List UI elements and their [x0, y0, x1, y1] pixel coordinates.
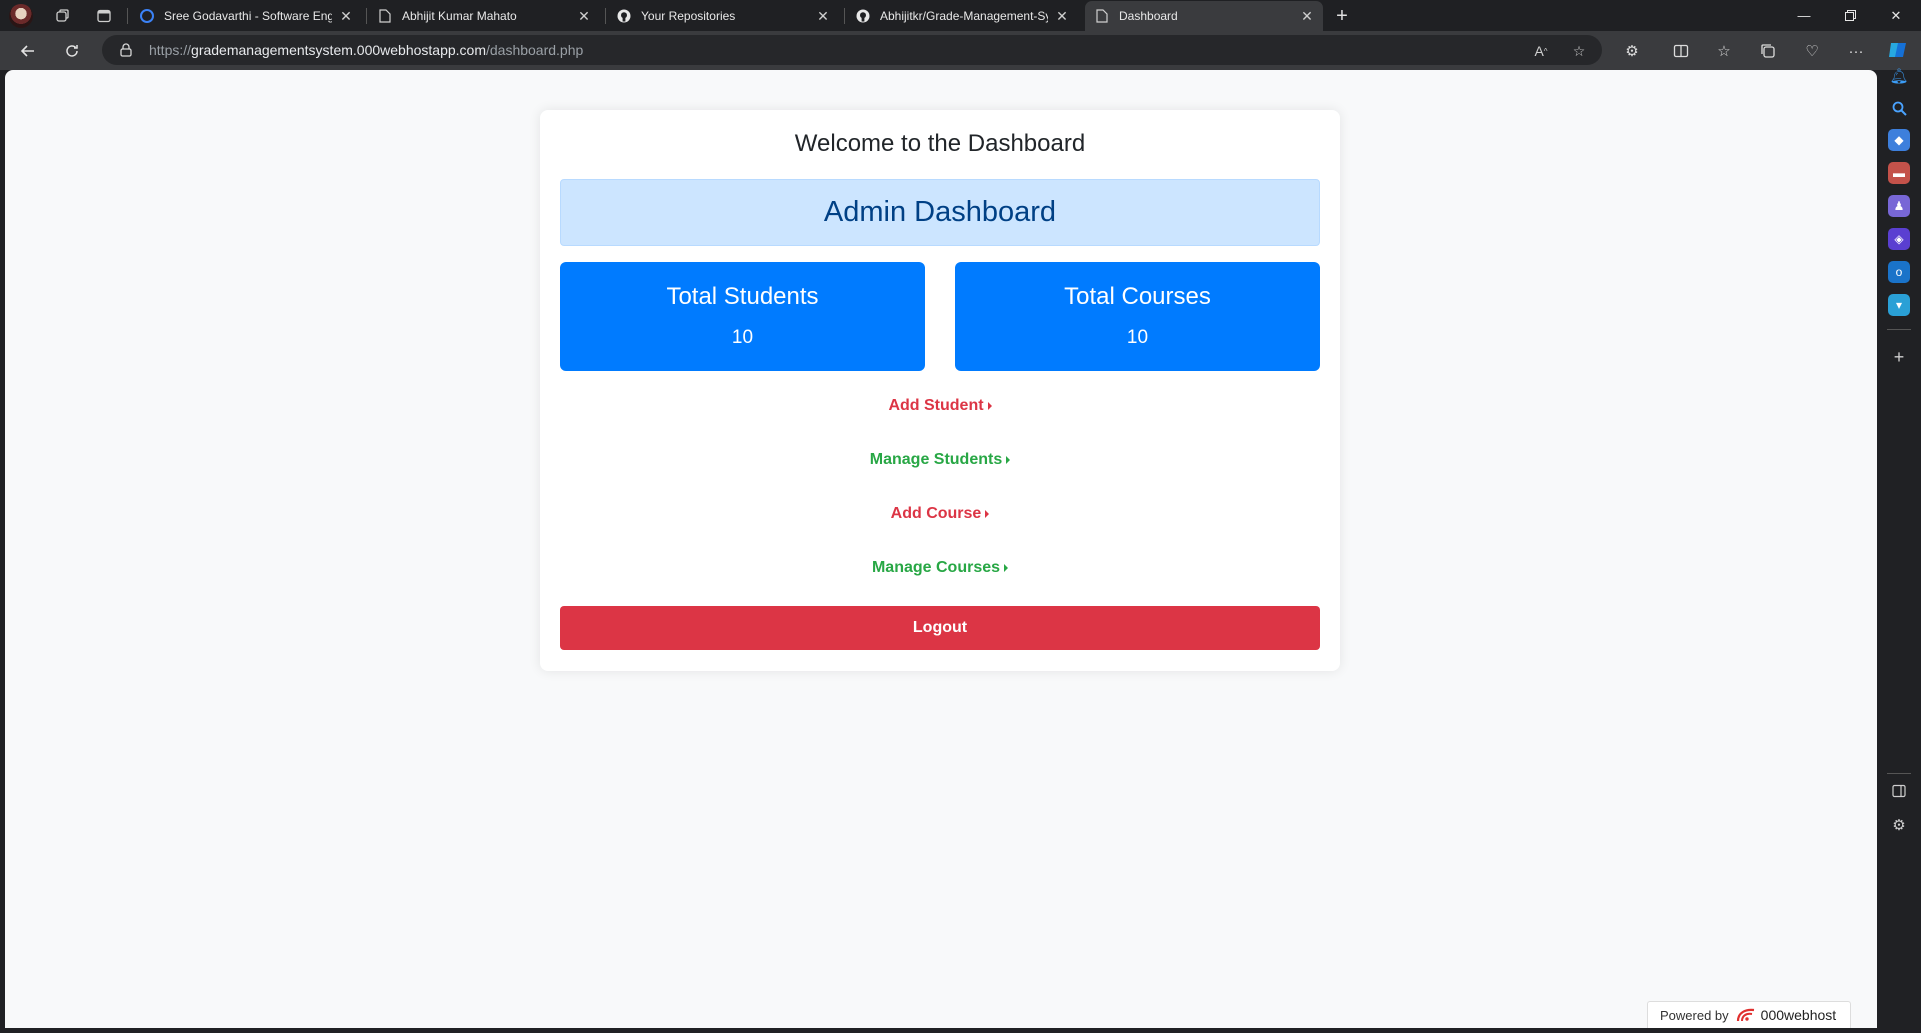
- tab-separator: [127, 8, 128, 24]
- page-viewport: Welcome to the Dashboard Admin Dashboard…: [5, 70, 1877, 1028]
- manage-courses-row: Manage Courses: [540, 559, 1340, 577]
- more-options-icon[interactable]: ···: [1845, 40, 1867, 62]
- manage-courses-label: Manage Courses: [871, 559, 1001, 576]
- back-icon[interactable]: [16, 39, 40, 63]
- close-tab-icon[interactable]: ✕: [815, 8, 831, 24]
- browser-toolbar: https://grademanagementsystem.000webhost…: [0, 31, 1921, 70]
- address-bar[interactable]: https://grademanagementsystem.000webhost…: [102, 35, 1602, 65]
- drop-icon[interactable]: ▾: [1888, 294, 1910, 316]
- edge-profile-icon: [140, 9, 154, 23]
- tab-separator: [844, 8, 845, 24]
- vertical-tabs-icon[interactable]: [92, 4, 116, 28]
- caret-right-icon: [1006, 456, 1011, 464]
- manage-students-row: Manage Students: [540, 451, 1340, 469]
- add-sidebar-app-icon[interactable]: +: [1888, 346, 1910, 368]
- close-tab-icon[interactable]: ✕: [338, 8, 354, 24]
- close-window-icon[interactable]: ✕: [1873, 0, 1919, 31]
- tab-title: Dashboard: [1119, 9, 1178, 23]
- manage-students-link[interactable]: Manage Students: [869, 451, 1011, 469]
- split-screen-icon[interactable]: [1670, 40, 1692, 62]
- add-course-link[interactable]: Add Course: [891, 505, 990, 523]
- url-text: https://grademanagementsystem.000webhost…: [149, 42, 583, 58]
- url-host: grademanagementsystem.000webhostapp.com: [191, 42, 486, 58]
- brand-name: 000webhost: [1760, 1007, 1837, 1023]
- outlook-icon[interactable]: o: [1888, 261, 1910, 283]
- hide-sidebar-icon[interactable]: [1888, 780, 1910, 802]
- tab-separator: [366, 8, 367, 24]
- caret-right-icon: [985, 510, 990, 518]
- tab-strip: Sree Godavarthi - Software Engi ✕ Abhiji…: [0, 0, 1921, 31]
- favorite-star-icon[interactable]: ☆: [1570, 42, 1588, 60]
- close-tab-icon[interactable]: ✕: [576, 8, 592, 24]
- github-icon: [856, 9, 870, 23]
- close-tab-icon[interactable]: ✕: [1054, 8, 1070, 24]
- shopping-tag-icon[interactable]: ◆: [1888, 129, 1910, 151]
- notifications-icon[interactable]: 🔔︎: [1888, 65, 1910, 87]
- manage-students-label: Manage Students: [869, 451, 1003, 468]
- close-tab-icon[interactable]: ✕: [1299, 8, 1315, 24]
- total-students-value: 10: [731, 327, 754, 348]
- read-aloud-icon[interactable]: A ^: [1532, 42, 1550, 60]
- total-courses-label: Total Courses: [1064, 283, 1211, 310]
- page-icon: [1095, 9, 1109, 23]
- add-student-link[interactable]: Add Student: [888, 397, 992, 415]
- minimize-icon[interactable]: —: [1781, 0, 1827, 31]
- 000webhost-logo-icon: [1736, 1008, 1754, 1022]
- games-icon[interactable]: ♟: [1888, 195, 1910, 217]
- profile-avatar[interactable]: [9, 4, 33, 28]
- total-students-card: Total Students 10: [560, 262, 925, 371]
- url-path: /dashboard.php: [485, 42, 584, 58]
- page-icon: [378, 9, 392, 23]
- tab-dashboard[interactable]: Dashboard ✕: [1085, 1, 1323, 31]
- tab-separator: [605, 8, 606, 24]
- settings-gear-icon[interactable]: ⚙: [1888, 814, 1910, 836]
- manage-courses-link[interactable]: Manage Courses: [871, 559, 1009, 577]
- total-courses-card: Total Courses 10: [955, 262, 1320, 371]
- admin-dashboard-banner: Admin Dashboard: [560, 179, 1320, 246]
- caret-right-icon: [987, 402, 992, 410]
- tab-title: Abhijitkr/Grade-Management-Sy: [880, 9, 1048, 23]
- copilot-icon[interactable]: [1886, 38, 1910, 62]
- tab-title: Sree Godavarthi - Software Engi: [164, 9, 332, 23]
- url-scheme: https://: [149, 42, 192, 58]
- github-icon: [617, 9, 631, 23]
- add-course-row: Add Course: [540, 505, 1340, 523]
- tab-title: Abhijit Kumar Mahato: [402, 9, 517, 23]
- tools-icon[interactable]: ▬: [1888, 162, 1910, 184]
- collections-icon[interactable]: [1757, 40, 1779, 62]
- powered-by-badge[interactable]: Powered by 000webhost: [1647, 1001, 1851, 1028]
- lock-icon[interactable]: [118, 42, 134, 58]
- caret-right-icon: [1004, 564, 1009, 572]
- workspaces-icon[interactable]: [51, 4, 75, 28]
- tab-grade-management-repo[interactable]: Abhijitkr/Grade-Management-Sy ✕: [846, 1, 1078, 31]
- edge-sidebar: 🔔︎ ◆ ▬ ♟ ◈ o ▾ + ⚙: [1877, 68, 1921, 1033]
- refresh-icon[interactable]: [60, 39, 84, 63]
- tab-your-repositories[interactable]: Your Repositories ✕: [607, 1, 839, 31]
- search-icon[interactable]: [1888, 97, 1910, 119]
- add-student-row: Add Student: [540, 397, 1340, 415]
- dashboard-card: Welcome to the Dashboard Admin Dashboard…: [540, 110, 1340, 671]
- extensions-icon[interactable]: ⚙: [1621, 40, 1643, 62]
- total-students-label: Total Students: [666, 283, 819, 310]
- sidebar-divider: [1887, 329, 1911, 330]
- favorites-icon[interactable]: ☆: [1713, 40, 1735, 62]
- powered-by-text: Powered by: [1660, 1007, 1729, 1023]
- page-title: Welcome to the Dashboard: [794, 130, 1086, 157]
- microsoft-365-icon[interactable]: ◈: [1888, 228, 1910, 250]
- total-courses-value: 10: [1126, 327, 1149, 348]
- tab-sree-godavarthi[interactable]: Sree Godavarthi - Software Engi ✕: [130, 1, 362, 31]
- browser-essentials-icon[interactable]: ♡: [1801, 40, 1823, 62]
- tab-title: Your Repositories: [641, 9, 736, 23]
- sidebar-divider: [1887, 773, 1911, 774]
- restore-icon[interactable]: [1827, 0, 1873, 31]
- logout-button[interactable]: Logout: [560, 606, 1320, 650]
- new-tab-button[interactable]: +: [1329, 3, 1355, 29]
- add-course-label: Add Course: [890, 505, 982, 522]
- add-student-label: Add Student: [888, 397, 984, 414]
- tab-abhijit-kumar-mahato[interactable]: Abhijit Kumar Mahato ✕: [368, 1, 600, 31]
